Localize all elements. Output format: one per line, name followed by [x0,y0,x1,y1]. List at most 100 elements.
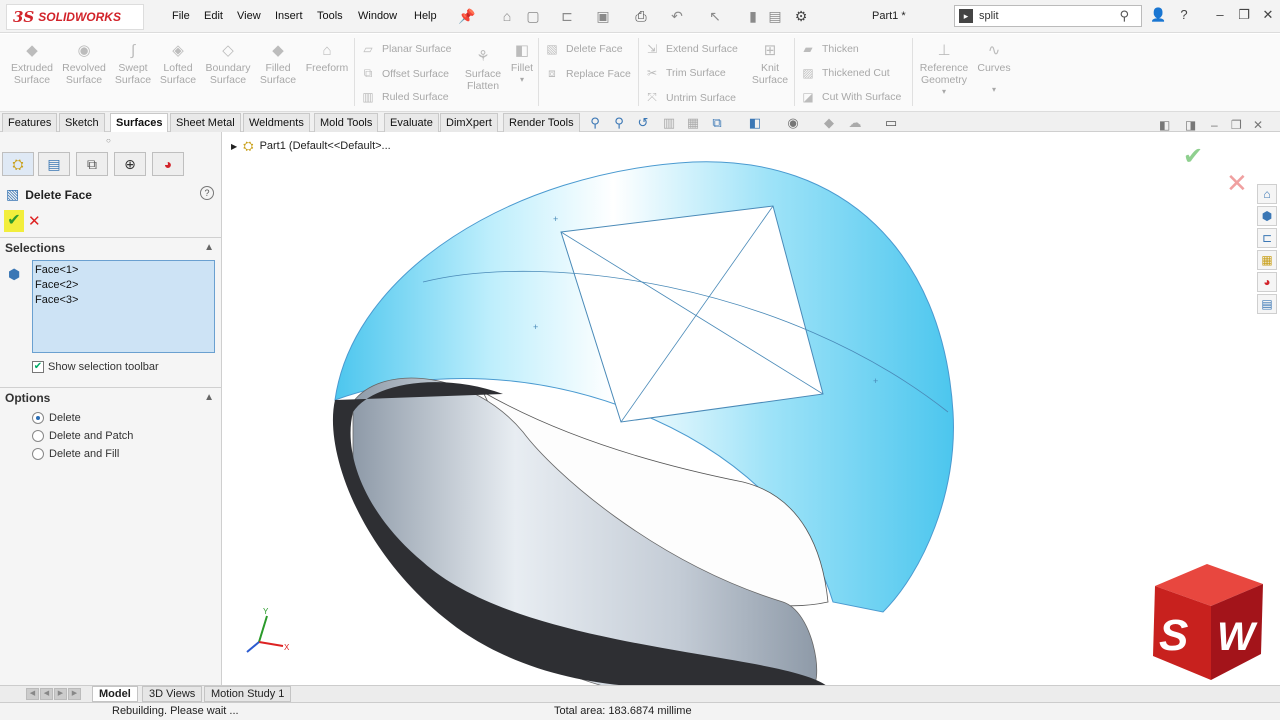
file-explorer-icon[interactable]: ⊏ [1257,228,1277,248]
tab-sheet-metal[interactable]: Sheet Metal [170,113,241,132]
curves-button[interactable]: ∿ Curves ▾ [974,42,1014,96]
trim-surface-button[interactable]: ✂ Trim Surface [644,66,726,80]
cut-with-surface-button[interactable]: ◪ Cut With Surface [800,90,901,104]
viewport-restore-icon[interactable]: ❐ [1231,118,1242,132]
feature-tree-flyout[interactable]: ▶ ⛭ Part1 (Default<<Default>... [231,138,391,154]
tab-dimxpert[interactable]: DimXpert [440,113,498,132]
lofted-surface-button[interactable]: ◈ Lofted Surface [156,42,200,86]
filled-surface-button[interactable]: ◆ Filled Surface [256,42,300,86]
reference-geometry-dropdown-icon[interactable]: ▾ [916,86,972,98]
close-icon[interactable]: ✕ [1260,7,1276,25]
search-icon[interactable]: ⚲ [1119,8,1129,24]
list-item[interactable]: Face<3> [35,293,212,308]
tab-mold-tools[interactable]: Mold Tools [314,113,379,132]
tab-render-tools[interactable]: Render Tools [503,113,580,132]
tab-weldments[interactable]: Weldments [243,113,310,132]
new-document-icon[interactable]: ▢ [524,7,542,25]
ruled-surface-button[interactable]: ▥ Ruled Surface [360,90,448,104]
solidworks-logo[interactable]: 3S SOLIDWORKS [6,4,144,30]
menu-tools[interactable]: Tools [317,10,343,22]
thicken-button[interactable]: ▰ Thicken [800,42,858,56]
delete-face-button[interactable]: ▧ Delete Face [544,42,622,56]
first-tab-icon[interactable]: ◀ [26,688,39,700]
radio-button[interactable] [32,430,44,442]
surface-flatten-button[interactable]: ⚘ Surface Flatten [458,48,508,92]
section-view-icon[interactable]: ▥ [660,114,678,132]
print-icon[interactable]: ⎙ [632,7,650,25]
ok-button[interactable]: ✔ [4,210,24,232]
replace-face-button[interactable]: ⧈ Replace Face [544,66,631,81]
viewport-close-icon[interactable]: ✕ [1253,118,1263,132]
show-selection-toolbar-option[interactable]: ✔ Show selection toolbar [32,361,159,373]
panel-splitter-handle[interactable]: ○ [106,136,111,145]
options-group-header[interactable]: Options ▲ [0,387,222,407]
custom-properties-icon[interactable]: ▤ [1257,294,1277,314]
viewport-minimize-icon[interactable]: – [1211,118,1218,132]
previous-icon[interactable]: ◧ [1159,118,1170,132]
apply-scene-icon[interactable]: ☁ [846,114,864,132]
configuration-manager-tab-icon[interactable]: ⧉ [76,152,108,176]
selections-group-header[interactable]: Selections ▲ [0,237,222,257]
radio-button[interactable] [32,412,44,424]
zoom-to-area-icon[interactable]: ⚲ [610,114,628,132]
view-palette-icon[interactable]: ▦ [1257,250,1277,270]
confirm-corner-cancel-icon[interactable]: ✕ [1226,168,1248,199]
radio-delete[interactable]: Delete [32,412,81,424]
boundary-surface-button[interactable]: ◇ Boundary Surface [202,42,254,86]
restore-icon[interactable]: ❐ [1236,7,1252,25]
tab-motion-study-1[interactable]: Motion Study 1 [204,686,292,702]
design-library-icon[interactable]: ⬢ [1257,206,1277,226]
edit-appearance-icon[interactable]: ◆ [820,114,838,132]
show-selection-toolbar-checkbox[interactable]: ✔ [32,361,44,373]
planar-surface-button[interactable]: ▱ Planar Surface [360,42,451,56]
display-manager-tab-icon[interactable]: ◕ [152,152,184,176]
menu-edit[interactable]: Edit [204,10,223,22]
file-properties-icon[interactable]: ▤ [766,7,784,25]
revolved-surface-button[interactable]: ◉ Revolved Surface [60,42,108,86]
help-icon[interactable]: ? [200,186,214,200]
rebuild-icon[interactable]: ▮ [744,7,762,25]
hide-show-items-icon[interactable]: ◉ [784,114,802,132]
dynamic-annotation-icon[interactable]: ▦ [684,114,702,132]
radio-delete-and-patch[interactable]: Delete and Patch [32,430,133,442]
help-icon[interactable]: ? [1176,7,1192,25]
cancel-button[interactable]: ✕ [28,212,41,230]
next-icon[interactable]: ◨ [1185,118,1196,132]
minimize-icon[interactable]: – [1212,7,1228,25]
select-icon[interactable]: ↖ [706,7,724,25]
tab-evaluate[interactable]: Evaluate [384,113,439,132]
task-pane-home-icon[interactable]: ⌂ [1257,184,1277,204]
undo-icon[interactable]: ↶ [668,7,686,25]
search-box[interactable]: ▸ ⚲ [954,5,1142,27]
dimxpert-manager-tab-icon[interactable]: ⊕ [114,152,146,176]
display-style-icon[interactable]: ◧ [746,114,764,132]
freeform-button[interactable]: ⌂ Freeform [302,42,352,74]
user-icon[interactable]: 👤 [1150,7,1166,25]
list-item[interactable]: Face<1> [35,263,212,278]
faces-selection-list[interactable]: Face<1> Face<2> Face<3> [32,260,215,353]
tab-sketch[interactable]: Sketch [59,113,105,132]
menu-view[interactable]: View [237,10,261,22]
save-icon[interactable]: ▣ [594,7,612,25]
chevron-up-icon[interactable]: ▲ [204,388,214,408]
swept-surface-button[interactable]: ∫ Swept Surface [110,42,156,86]
next-tab-icon[interactable]: ▶ [54,688,67,700]
open-icon[interactable]: ⊏ [558,7,576,25]
curves-dropdown-icon[interactable]: ▾ [974,84,1014,96]
zoom-to-fit-icon[interactable]: ⚲ [586,114,604,132]
radio-delete-and-fill[interactable]: Delete and Fill [32,448,119,460]
tab-3d-views[interactable]: 3D Views [142,686,203,702]
extend-surface-button[interactable]: ⇲ Extend Surface [644,42,738,56]
tree-root-label[interactable]: Part1 (Default<<Default>... [260,140,391,152]
prev-tab-icon[interactable]: ◀ [40,688,53,700]
confirm-corner-ok-icon[interactable]: ✔ [1183,142,1203,171]
property-manager-tab-icon[interactable]: ▤ [38,152,70,176]
chevron-up-icon[interactable]: ▲ [204,238,214,258]
extruded-surface-button[interactable]: ◆ Extruded Surface [8,42,56,86]
menu-insert[interactable]: Insert [275,10,303,22]
radio-button[interactable] [32,448,44,460]
menu-window[interactable]: Window [358,10,397,22]
tab-model[interactable]: Model [92,686,138,702]
appearances-icon[interactable]: ◕ [1257,272,1277,292]
pin-icon[interactable]: 📌 [458,7,476,25]
